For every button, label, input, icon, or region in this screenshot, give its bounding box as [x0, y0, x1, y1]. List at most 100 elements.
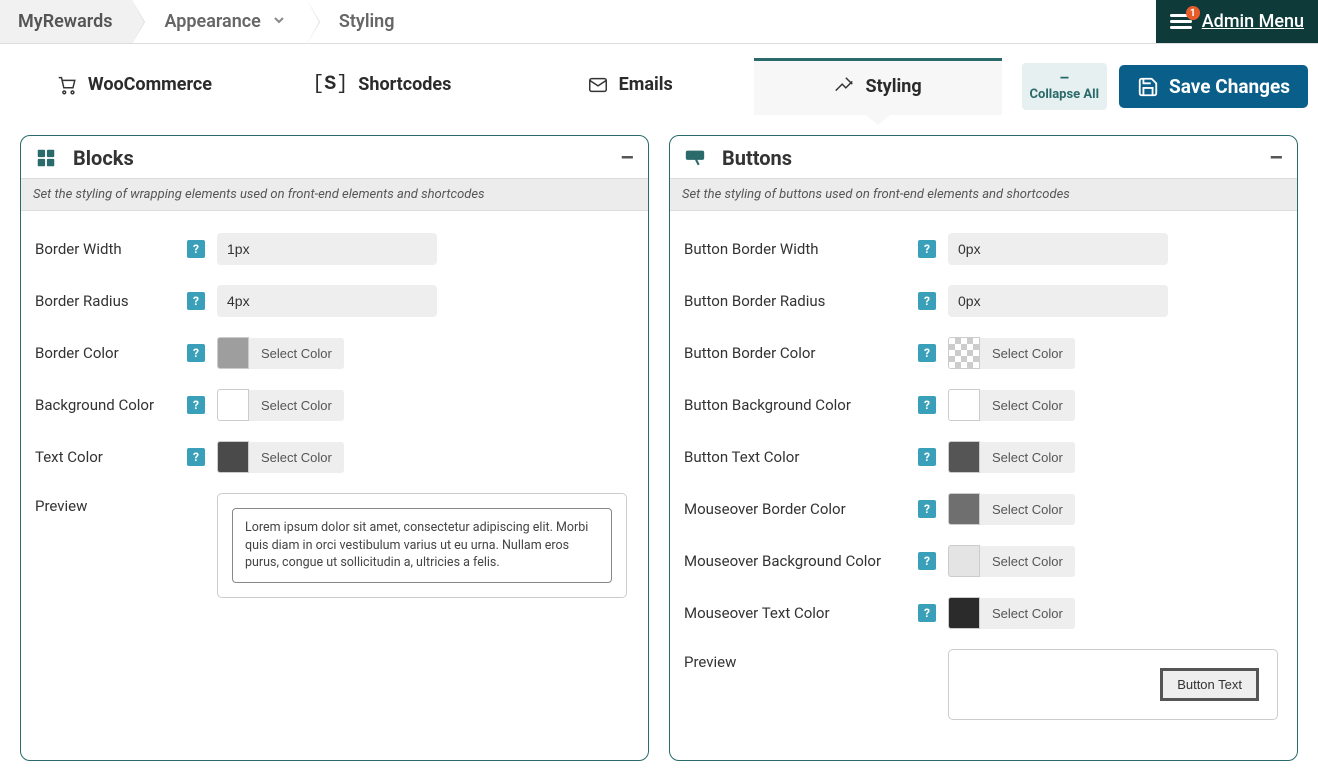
panel-collapse-toggle[interactable]: –	[1269, 153, 1283, 164]
field-label: Background Color	[35, 396, 154, 414]
help-icon[interactable]: ?	[918, 344, 936, 362]
help-icon[interactable]: ?	[187, 240, 205, 258]
field-label: Button Background Color	[684, 396, 851, 414]
field-label: Preview	[35, 497, 87, 515]
field-label: Mouseover Text Color	[684, 604, 830, 622]
panel-collapse-toggle[interactable]: –	[620, 153, 634, 164]
preview-text: Lorem ipsum dolor sit amet, consectetur …	[232, 508, 612, 583]
select-color-button[interactable]: Select Color	[980, 494, 1075, 525]
help-icon[interactable]: ?	[918, 552, 936, 570]
collapse-all-label: Collapse All	[1030, 87, 1100, 102]
tab-styling[interactable]: Styling	[754, 58, 1002, 115]
button-border-radius-input[interactable]	[948, 285, 1168, 317]
tab-shortcodes[interactable]: [S] Shortcodes	[258, 58, 506, 115]
row-button-border-width: Button Border Width ?	[684, 223, 1283, 275]
row-button-text-color: Button Text Color ? Select Color	[684, 431, 1283, 483]
border-radius-input[interactable]	[217, 285, 437, 317]
tab-bar: WooCommerce [S] Shortcodes Emails Stylin…	[0, 44, 1318, 115]
help-icon[interactable]: ?	[187, 344, 205, 362]
field-label: Preview	[684, 653, 736, 671]
save-changes-button[interactable]: Save Changes	[1119, 65, 1308, 108]
panel-title: Buttons	[722, 146, 1253, 170]
panel-header: Buttons –	[670, 136, 1297, 178]
color-swatch[interactable]	[948, 389, 980, 421]
color-swatch-transparent[interactable]	[948, 337, 980, 369]
tab-label: Styling	[865, 76, 921, 97]
color-swatch[interactable]	[948, 441, 980, 473]
top-bar: MyRewards Appearance Styling 1 Admin Men…	[0, 0, 1318, 44]
help-icon[interactable]: ?	[918, 448, 936, 466]
help-icon[interactable]: ?	[187, 396, 205, 414]
color-swatch[interactable]	[217, 441, 249, 473]
preview-container: Lorem ipsum dolor sit amet, consectetur …	[217, 493, 627, 598]
field-label: Text Color	[35, 448, 103, 466]
panel-body: Border Width ? Border Radius ? Border Co…	[21, 211, 648, 638]
collapse-all-button[interactable]: – Collapse All	[1022, 63, 1108, 111]
row-background-color: Background Color ? Select Color	[35, 379, 634, 431]
panel-header: Blocks –	[21, 136, 648, 178]
admin-menu-button[interactable]: 1 Admin Menu	[1156, 0, 1318, 43]
help-icon[interactable]: ?	[187, 292, 205, 310]
row-preview: Preview Lorem ipsum dolor sit amet, cons…	[35, 483, 634, 608]
field-label: Button Border Radius	[684, 292, 825, 310]
help-icon[interactable]: ?	[187, 448, 205, 466]
field-label: Border Color	[35, 344, 119, 362]
row-border-radius: Border Radius ?	[35, 275, 634, 327]
breadcrumb-parent[interactable]: Appearance	[146, 0, 306, 43]
row-hover-border-color: Mouseover Border Color ? Select Color	[684, 483, 1283, 535]
row-border-width: Border Width ?	[35, 223, 634, 275]
panel-body: Button Border Width ? Button Border Radi…	[670, 211, 1297, 760]
color-swatch[interactable]	[948, 545, 980, 577]
color-swatch[interactable]	[217, 337, 249, 369]
tab-emails[interactable]: Emails	[506, 58, 754, 115]
help-icon[interactable]: ?	[918, 292, 936, 310]
button-icon	[684, 147, 706, 169]
breadcrumb-parent-label: Appearance	[164, 11, 260, 32]
help-icon[interactable]: ?	[918, 240, 936, 258]
help-icon[interactable]: ?	[918, 500, 936, 518]
color-swatch[interactable]	[948, 597, 980, 629]
field-label: Border Radius	[35, 292, 129, 310]
button-border-width-input[interactable]	[948, 233, 1168, 265]
color-swatch[interactable]	[217, 389, 249, 421]
select-color-button[interactable]: Select Color	[249, 390, 344, 421]
row-text-color: Text Color ? Select Color	[35, 431, 634, 483]
breadcrumb-root[interactable]: MyRewards	[0, 0, 132, 43]
preview-button[interactable]: Button Text	[1160, 668, 1259, 701]
tab-actions: – Collapse All Save Changes	[1002, 58, 1309, 115]
help-icon[interactable]: ?	[918, 396, 936, 414]
row-button-border-color: Button Border Color ? Select Color	[684, 327, 1283, 379]
mail-icon	[587, 74, 609, 96]
row-border-color: Border Color ? Select Color	[35, 327, 634, 379]
field-label: Button Border Width	[684, 240, 819, 258]
panel-blocks: Blocks – Set the styling of wrapping ele…	[20, 135, 649, 761]
tab-woocommerce[interactable]: WooCommerce	[10, 58, 258, 115]
blocks-icon	[35, 147, 57, 169]
panel-description: Set the styling of buttons used on front…	[670, 178, 1297, 211]
tab-label: Emails	[619, 74, 673, 95]
color-swatch[interactable]	[948, 493, 980, 525]
panel-title: Blocks	[73, 146, 604, 170]
tab-label: Shortcodes	[358, 74, 451, 95]
select-color-button[interactable]: Select Color	[249, 442, 344, 473]
row-button-border-radius: Button Border Radius ?	[684, 275, 1283, 327]
border-width-input[interactable]	[217, 233, 437, 265]
field-label: Mouseover Background Color	[684, 552, 881, 570]
breadcrumb-current: Styling	[321, 0, 415, 43]
tab-label: WooCommerce	[88, 74, 212, 95]
chevron-down-icon	[271, 12, 287, 32]
field-label: Button Border Color	[684, 344, 816, 362]
field-label: Button Text Color	[684, 448, 799, 466]
panel-description: Set the styling of wrapping elements use…	[21, 178, 648, 211]
select-color-button[interactable]: Select Color	[980, 442, 1075, 473]
row-button-preview: Preview Button Text	[684, 639, 1283, 730]
select-color-button[interactable]: Select Color	[980, 390, 1075, 421]
select-color-button[interactable]: Select Color	[980, 598, 1075, 629]
select-color-button[interactable]: Select Color	[980, 546, 1075, 577]
select-color-button[interactable]: Select Color	[249, 338, 344, 369]
save-icon	[1137, 76, 1159, 98]
panel-buttons: Buttons – Set the styling of buttons use…	[669, 135, 1298, 761]
row-button-background-color: Button Background Color ? Select Color	[684, 379, 1283, 431]
help-icon[interactable]: ?	[918, 604, 936, 622]
select-color-button[interactable]: Select Color	[980, 338, 1075, 369]
